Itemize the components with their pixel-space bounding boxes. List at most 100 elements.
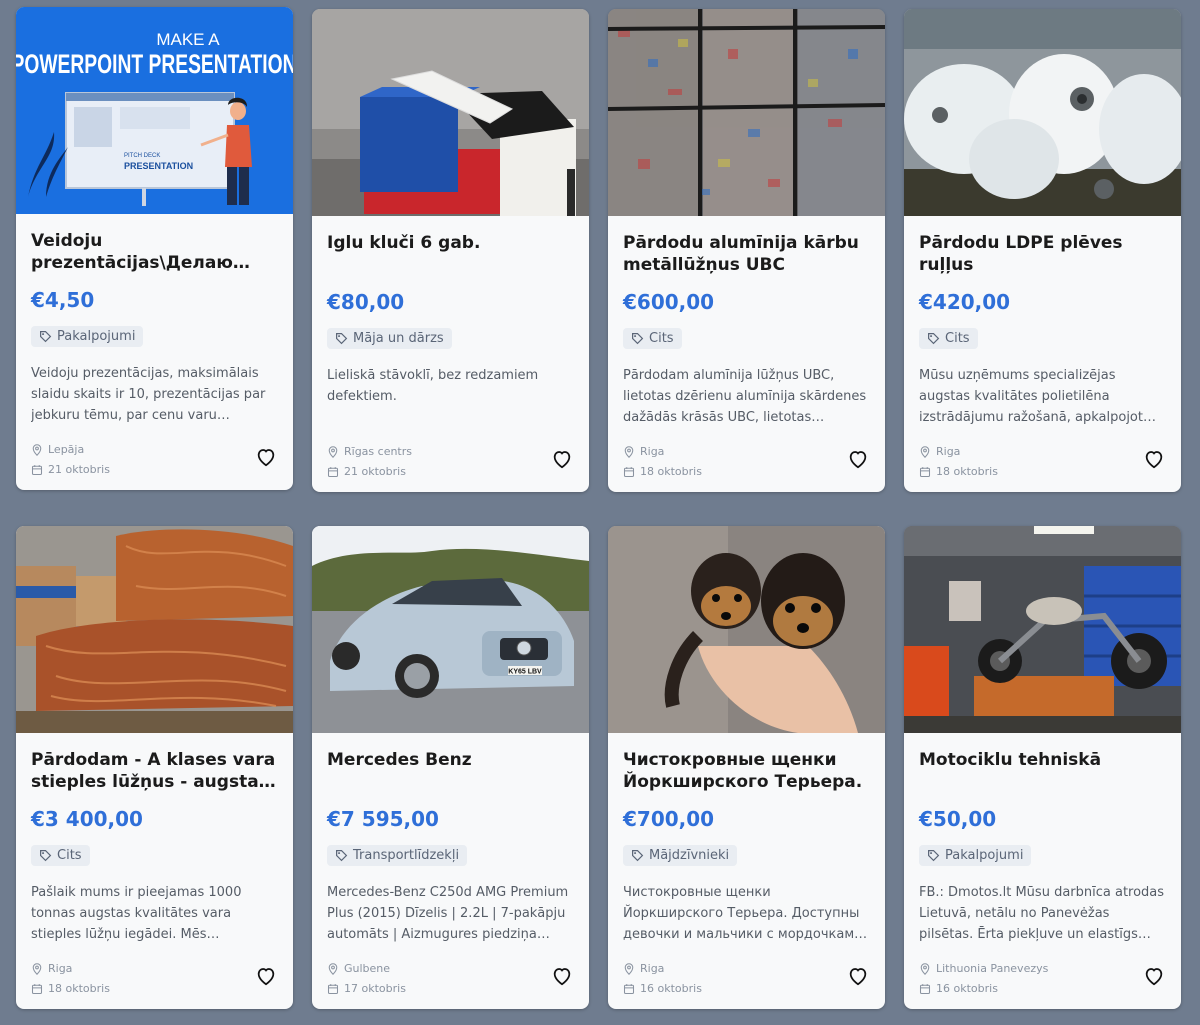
- listing-meta: Riga 18 oktobris: [919, 442, 1167, 482]
- favorite-button[interactable]: [551, 448, 573, 470]
- listing-card[interactable]: MAKE A POWERPOINT PRESENTATION PITCH DEC…: [16, 7, 293, 490]
- favorite-button[interactable]: [255, 446, 277, 468]
- heart-icon: [1145, 451, 1163, 469]
- category-badge[interactable]: Pakalpojumi: [919, 845, 1032, 866]
- category-label: Cits: [649, 331, 674, 346]
- listing-card[interactable]: Motociklu tehniskā €50,00 Pakalpojumi FB…: [904, 526, 1181, 1009]
- listing-image[interactable]: [904, 526, 1181, 733]
- listing-date: 18 oktobris: [640, 465, 702, 478]
- calendar-icon: [327, 467, 339, 478]
- tag-icon: [928, 333, 940, 345]
- listing-date: 21 oktobris: [48, 463, 110, 476]
- heart-icon: [849, 451, 867, 469]
- listing-meta: Lepāja 21 oktobris: [31, 440, 279, 480]
- category-label: Pakalpojumi: [945, 848, 1024, 863]
- listing-title[interactable]: Iglu kluči 6 gab.: [327, 232, 575, 276]
- listing-meta: Riga 18 oktobris: [623, 442, 871, 482]
- map-pin-icon: [624, 963, 634, 975]
- listing-location: Lithuonia Panevezys: [936, 962, 1049, 975]
- category-label: Transportlīdzekļi: [353, 848, 460, 863]
- listing-price: €7 595,00: [327, 807, 439, 831]
- map-pin-icon: [624, 446, 634, 458]
- calendar-icon: [623, 984, 635, 995]
- favorite-button[interactable]: [255, 965, 277, 987]
- map-pin-icon: [32, 444, 42, 456]
- listing-price: €700,00: [623, 807, 715, 831]
- calendar-icon: [919, 467, 931, 478]
- listing-date: 21 oktobris: [344, 465, 406, 478]
- heart-icon: [257, 968, 275, 986]
- listing-location: Gulbene: [344, 962, 391, 975]
- listing-image[interactable]: MAKE A POWERPOINT PRESENTATION PITCH DEC…: [16, 7, 293, 214]
- listing-card[interactable]: Pārdodu alumīnija kārbu metāllūžņus UBC …: [608, 9, 885, 492]
- tag-icon: [40, 850, 52, 862]
- listing-price: €600,00: [623, 290, 715, 314]
- listing-image[interactable]: KY65 LBV: [312, 526, 589, 733]
- listing-card[interactable]: Pārdodam - A klases vara stieples lūžņus…: [16, 526, 293, 1009]
- listing-title[interactable]: Pārdodu LDPE plēves ruļļus: [919, 232, 1167, 276]
- category-badge[interactable]: Cits: [31, 845, 90, 866]
- category-badge[interactable]: Cits: [623, 328, 682, 349]
- listing-price: €80,00: [327, 290, 405, 314]
- listing-title[interactable]: Veidoju prezentācijas\Делаю презентации: [31, 230, 279, 274]
- listing-title[interactable]: Motociklu tehniskā: [919, 749, 1167, 793]
- category-label: Cits: [57, 848, 82, 863]
- listing-image[interactable]: [608, 526, 885, 733]
- tag-icon: [928, 850, 940, 862]
- license-plate: KY65 LBV: [508, 669, 542, 676]
- listing-date: 17 oktobris: [344, 982, 406, 995]
- listing-card[interactable]: Iglu kluči 6 gab. €80,00 Māja un dārzs L…: [312, 9, 589, 492]
- listing-description: Mūsu uzņēmums specializējas augstas kval…: [919, 368, 1143, 425]
- image-heading-small: MAKE A: [156, 30, 220, 49]
- category-badge[interactable]: Pakalpojumi: [31, 326, 144, 347]
- heart-icon: [849, 968, 867, 986]
- listing-date: 18 oktobris: [936, 465, 998, 478]
- category-badge[interactable]: Transportlīdzekļi: [327, 845, 468, 866]
- heart-icon: [257, 449, 275, 467]
- favorite-button[interactable]: [1143, 965, 1165, 987]
- listing-image[interactable]: [16, 526, 293, 733]
- listing-location: Riga: [640, 445, 665, 458]
- category-label: Māja un dārzs: [353, 331, 444, 346]
- image-pitch-deck: PITCH DECK: [124, 153, 160, 159]
- category-badge[interactable]: Cits: [919, 328, 978, 349]
- listing-title[interactable]: Чистокровные щенки Йоркширского Терьера.: [623, 749, 871, 793]
- listing-image[interactable]: [312, 9, 589, 216]
- image-heading-large: POWERPOINT PRESENTATION: [16, 49, 293, 79]
- listing-image[interactable]: [904, 9, 1181, 216]
- favorite-button[interactable]: [847, 965, 869, 987]
- category-label: Mājdzīvnieki: [649, 848, 730, 863]
- category-label: Cits: [945, 331, 970, 346]
- listing-price: €3 400,00: [31, 807, 143, 831]
- listing-title[interactable]: Pārdodu alumīnija kārbu metāllūžņus UBC: [623, 232, 871, 276]
- calendar-icon: [31, 465, 43, 476]
- listing-title[interactable]: Pārdodam - A klases vara stieples lūžņus…: [31, 749, 279, 793]
- listing-card[interactable]: KY65 LBV Mercedes Benz €7 595,00 Transpo…: [312, 526, 589, 1009]
- listing-location: Rīgas centrs: [344, 445, 413, 458]
- listing-price: €50,00: [919, 807, 997, 831]
- calendar-icon: [623, 467, 635, 478]
- favorite-button[interactable]: [551, 965, 573, 987]
- calendar-icon: [919, 984, 931, 995]
- favorite-button[interactable]: [1143, 448, 1165, 470]
- listing-card[interactable]: Чистокровные щенки Йоркширского Терьера.…: [608, 526, 885, 1009]
- listing-card[interactable]: Pārdodu LDPE plēves ruļļus €420,00 Cits …: [904, 9, 1181, 492]
- map-pin-icon: [328, 446, 338, 458]
- category-badge[interactable]: Mājdzīvnieki: [623, 845, 738, 866]
- category-badge[interactable]: Māja un dārzs: [327, 328, 452, 349]
- listing-description: Lieliskā stāvoklī, bez redzamiem defekti…: [327, 368, 539, 404]
- favorite-button[interactable]: [847, 448, 869, 470]
- listing-description: Чистокровные щенки Йоркширского Терьера.…: [623, 885, 863, 942]
- calendar-icon: [327, 984, 339, 995]
- listing-description: Pārdodam alumīnija lūžņus UBC, lietotas …: [623, 368, 867, 425]
- listing-title[interactable]: Mercedes Benz: [327, 749, 575, 793]
- listing-date: 16 oktobris: [640, 982, 702, 995]
- listing-location: Riga: [936, 445, 961, 458]
- listing-date: 16 oktobris: [936, 982, 998, 995]
- tag-icon: [336, 850, 348, 862]
- listing-meta: Riga 16 oktobris: [623, 959, 871, 999]
- listing-price: €420,00: [919, 290, 1011, 314]
- listing-image[interactable]: [608, 9, 885, 216]
- tag-icon: [632, 850, 644, 862]
- listing-meta: Gulbene 17 oktobris: [327, 959, 575, 999]
